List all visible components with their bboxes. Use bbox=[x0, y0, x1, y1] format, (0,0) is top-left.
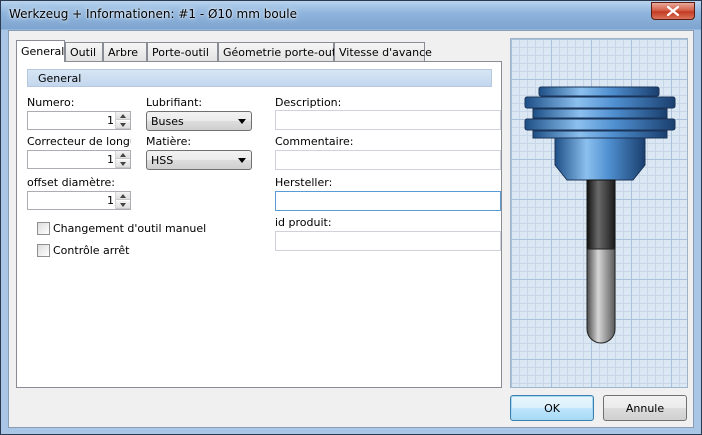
dialog-window: Werkzeug + Informationen: #1 - Ø10 mm bo… bbox=[0, 0, 702, 435]
ok-button[interactable]: OK bbox=[510, 395, 594, 421]
offset-spinner[interactable]: 1 bbox=[27, 191, 131, 210]
hersteller-field[interactable] bbox=[275, 191, 501, 211]
tab-label: Outil bbox=[70, 46, 97, 59]
caret-up-icon bbox=[120, 194, 126, 198]
spin-down-button[interactable] bbox=[116, 160, 130, 168]
tab-label: Porte-outil bbox=[152, 46, 209, 59]
tab-outil[interactable]: Outil bbox=[65, 42, 103, 61]
spin-down-button[interactable] bbox=[116, 121, 130, 129]
checkbox-box[interactable] bbox=[37, 222, 50, 235]
tool-preview bbox=[510, 38, 688, 388]
close-icon bbox=[667, 6, 679, 16]
general-tab-panel: General Numero: 1 Correcteur de longueur… bbox=[16, 61, 502, 388]
correcteur-label: Correcteur de longueur: bbox=[27, 135, 131, 148]
tab-label: Arbre bbox=[108, 46, 139, 59]
description-field[interactable] bbox=[275, 110, 501, 130]
chevron-down-icon bbox=[238, 158, 246, 163]
spin-up-button[interactable] bbox=[116, 151, 130, 159]
ball-end-mill-image bbox=[524, 86, 676, 344]
tab-porte-outil[interactable]: Porte-outil bbox=[147, 42, 218, 61]
offset-value: 1 bbox=[107, 194, 114, 207]
caret-down-icon bbox=[120, 203, 126, 207]
caret-up-icon bbox=[120, 114, 126, 118]
correcteur-value: 1 bbox=[107, 153, 114, 166]
changement-outil-label: Changement d'outil manuel bbox=[53, 222, 207, 235]
spin-down-button[interactable] bbox=[116, 201, 130, 209]
spin-up-button[interactable] bbox=[116, 192, 130, 200]
controle-arret-checkbox[interactable]: Contrôle arrêt bbox=[37, 243, 147, 259]
tab-label: General bbox=[21, 45, 65, 58]
offset-label: offset diamètre: bbox=[27, 176, 115, 189]
general-group-header: General bbox=[27, 69, 492, 87]
matiere-select[interactable]: HSS bbox=[146, 150, 252, 170]
lubrifiant-label: Lubrifiant: bbox=[146, 96, 203, 109]
tab-label: Géometrie porte-outil bbox=[223, 46, 343, 59]
window-title: Werkzeug + Informationen: #1 - Ø10 mm bo… bbox=[9, 7, 297, 21]
caret-up-icon bbox=[120, 153, 126, 157]
tab-general[interactable]: General bbox=[16, 40, 65, 62]
tab-vitesse-avance[interactable]: Vitesse d'avance bbox=[334, 42, 432, 61]
cancel-button[interactable]: Annule bbox=[603, 395, 687, 421]
matiere-label: Matière: bbox=[146, 135, 192, 148]
caret-down-icon bbox=[120, 162, 126, 166]
commentaire-label: Commentaire: bbox=[275, 135, 354, 148]
title-bar[interactable]: Werkzeug + Informationen: #1 - Ø10 mm bo… bbox=[1, 1, 701, 29]
numero-label: Numero: bbox=[27, 96, 75, 109]
tab-label: Vitesse d'avance bbox=[339, 46, 432, 59]
close-button[interactable] bbox=[651, 2, 695, 20]
lubrifiant-value: Buses bbox=[151, 115, 184, 128]
controle-arret-label: Contrôle arrêt bbox=[53, 244, 130, 257]
commentaire-field[interactable] bbox=[275, 150, 501, 170]
chevron-down-icon bbox=[238, 119, 246, 124]
tab-geometrie-porte-outil[interactable]: Géometrie porte-outil bbox=[218, 42, 342, 61]
lubrifiant-select[interactable]: Buses bbox=[146, 111, 252, 131]
changement-outil-checkbox[interactable]: Changement d'outil manuel bbox=[37, 221, 207, 237]
description-label: Description: bbox=[275, 96, 342, 109]
matiere-value: HSS bbox=[151, 154, 174, 167]
dialog-client-area: General Outil Arbre Porte-outil Géometri… bbox=[8, 30, 694, 428]
numero-spinner[interactable]: 1 bbox=[27, 111, 131, 130]
id-produit-label: id produit: bbox=[275, 216, 332, 229]
caret-down-icon bbox=[120, 123, 126, 127]
correcteur-spinner[interactable]: 1 bbox=[27, 150, 131, 169]
id-produit-field[interactable] bbox=[275, 231, 501, 251]
numero-value: 1 bbox=[107, 114, 114, 127]
spin-up-button[interactable] bbox=[116, 112, 130, 120]
checkbox-box[interactable] bbox=[37, 244, 50, 257]
tab-arbre[interactable]: Arbre bbox=[103, 42, 147, 61]
hersteller-label: Hersteller: bbox=[275, 176, 333, 189]
